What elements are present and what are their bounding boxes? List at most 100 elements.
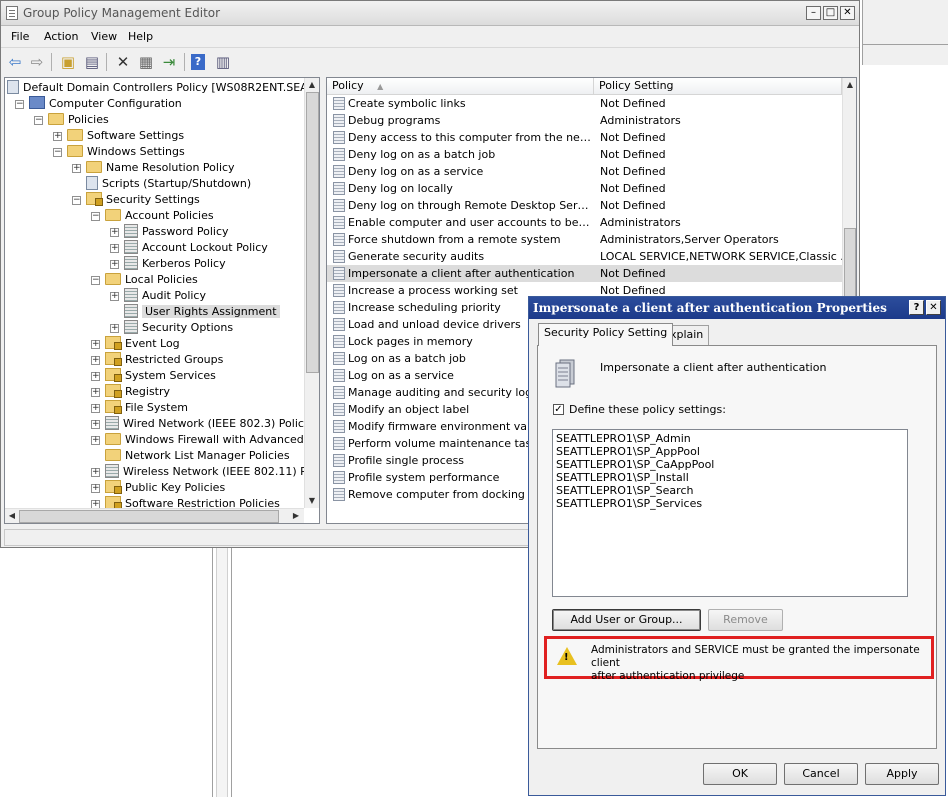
dialog-title-bar: Impersonate a client after authenticatio…: [529, 297, 945, 319]
lock-folder-icon: [105, 400, 122, 414]
policy-setting-cell: Not Defined: [600, 199, 666, 212]
expand-icon[interactable]: +: [91, 372, 100, 381]
minimize-button[interactable]: –: [806, 6, 821, 20]
policy-row[interactable]: Generate security audits LOCAL SERVICE,NE…: [327, 248, 842, 265]
ok-button[interactable]: OK: [703, 763, 777, 785]
policy-icon: [333, 114, 345, 127]
define-settings-checkbox[interactable]: ✓: [553, 404, 564, 415]
scroll-thumb[interactable]: [306, 92, 319, 373]
server-icon: [552, 358, 580, 388]
tree-item-label: Security Options: [142, 321, 234, 334]
tree-item-label: Default Domain Controllers Policy [WS08R…: [23, 81, 319, 94]
close-button[interactable]: ✕: [840, 6, 855, 20]
title-bar: Group Policy Management Editor – □ ✕: [1, 1, 859, 26]
user-entry[interactable]: SEATTLEPRO1\SP_Services: [556, 497, 904, 510]
expand-icon[interactable]: +: [91, 356, 100, 365]
policy-row[interactable]: Impersonate a client after authenticatio…: [327, 265, 842, 282]
tree-horizontal-scrollbar[interactable]: ◀ ▶: [5, 508, 304, 523]
policy-icon: [333, 131, 345, 144]
menu-action[interactable]: Action: [44, 30, 78, 43]
add-user-or-group-button[interactable]: Add User or Group...: [552, 609, 701, 631]
expand-icon[interactable]: +: [110, 260, 119, 269]
policy-icon: [333, 318, 345, 331]
scroll-right-icon[interactable]: ▶: [289, 509, 303, 523]
expand-icon[interactable]: +: [91, 388, 100, 397]
policy-row[interactable]: Deny log on as a batch job Not Defined: [327, 146, 842, 163]
show-action-pane-icon[interactable]: ▥: [213, 52, 233, 72]
user-entry[interactable]: SEATTLEPRO1\SP_Admin: [556, 432, 904, 445]
expand-icon[interactable]: +: [110, 228, 119, 237]
policy-row[interactable]: Create symbolic links Not Defined: [327, 95, 842, 112]
network-icon: [105, 416, 119, 430]
policy-name-cell: Generate security audits: [348, 250, 485, 263]
window-title: Group Policy Management Editor: [23, 6, 221, 20]
expand-icon[interactable]: +: [91, 468, 100, 477]
folder-icon: [105, 209, 121, 221]
expand-icon[interactable]: +: [110, 244, 119, 253]
define-settings-label[interactable]: Define these policy settings:: [569, 403, 726, 416]
expand-icon[interactable]: +: [91, 340, 100, 349]
user-entry[interactable]: SEATTLEPRO1\SP_AppPool: [556, 445, 904, 458]
expand-icon[interactable]: +: [110, 292, 119, 301]
menu-view[interactable]: View: [91, 30, 117, 43]
policy-row[interactable]: Enable computer and user accounts to be …: [327, 214, 842, 231]
column-header-policy[interactable]: Policy ▲: [327, 78, 594, 95]
user-entry[interactable]: SEATTLEPRO1\SP_CaAppPool: [556, 458, 904, 471]
user-entry[interactable]: SEATTLEPRO1\SP_Install: [556, 471, 904, 484]
scroll-down-icon[interactable]: ▼: [305, 494, 319, 508]
properties-icon[interactable]: ▦: [136, 52, 156, 72]
maximize-button[interactable]: □: [823, 6, 838, 20]
menu-help[interactable]: Help: [128, 30, 153, 43]
column-header-setting[interactable]: Policy Setting: [594, 78, 842, 95]
user-entry[interactable]: SEATTLEPRO1\SP_Search: [556, 484, 904, 497]
policy-name-cell: Enable computer and user accounts to be …: [348, 216, 592, 229]
expand-icon[interactable]: +: [91, 484, 100, 493]
export-list-icon[interactable]: ⇥: [159, 52, 179, 72]
help-icon[interactable]: ?: [191, 54, 205, 70]
show-hide-tree-icon[interactable]: ▤: [82, 52, 102, 72]
collapse-icon[interactable]: −: [34, 116, 43, 125]
scroll-left-icon[interactable]: ◀: [5, 509, 19, 523]
policy-setting-cell: LOCAL SERVICE,NETWORK SERVICE,Classic .N…: [600, 250, 842, 263]
remove-button[interactable]: Remove: [708, 609, 783, 631]
expand-icon[interactable]: +: [91, 420, 100, 429]
policy-icon: [333, 284, 345, 297]
apply-button[interactable]: Apply: [865, 763, 939, 785]
policy-row[interactable]: Debug programs Administrators: [327, 112, 842, 129]
expand-icon[interactable]: +: [53, 132, 62, 141]
folder-icon: [105, 433, 121, 445]
menu-file[interactable]: File: [11, 30, 29, 43]
expand-icon[interactable]: +: [110, 324, 119, 333]
expand-icon[interactable]: +: [91, 404, 100, 413]
dialog-help-button[interactable]: ?: [909, 300, 924, 315]
scroll-thumb-horizontal[interactable]: [19, 510, 279, 523]
policy-icon: [333, 335, 345, 348]
scroll-up-icon[interactable]: ▲: [843, 78, 856, 92]
tree-item-label: Audit Policy: [142, 289, 206, 302]
scroll-up-icon[interactable]: ▲: [305, 78, 319, 92]
policy-row[interactable]: Deny log on through Remote Desktop Servi…: [327, 197, 842, 214]
toolbar-separator: [106, 53, 107, 71]
collapse-icon[interactable]: −: [15, 100, 24, 109]
delete-icon[interactable]: ✕: [113, 52, 133, 72]
user-entries: SEATTLEPRO1\SP_Admin SEATTLEPRO1\SP_AppPo…: [556, 432, 904, 510]
user-group-list[interactable]: SEATTLEPRO1\SP_Admin SEATTLEPRO1\SP_AppPo…: [552, 429, 908, 597]
tab-security-policy-setting[interactable]: Security Policy Setting: [538, 323, 674, 346]
policy-row[interactable]: Deny access to this computer from the ne…: [327, 129, 842, 146]
expand-icon[interactable]: +: [91, 436, 100, 445]
policy-row[interactable]: Deny log on locally Not Defined: [327, 180, 842, 197]
tree-vertical-scrollbar[interactable]: ▲ ▼: [304, 78, 319, 508]
policy-row[interactable]: Force shutdown from a remote system Admin…: [327, 231, 842, 248]
back-icon[interactable]: ⇦: [5, 52, 25, 72]
collapse-icon[interactable]: −: [91, 212, 100, 221]
tree-item-label: Windows Settings: [87, 145, 185, 158]
up-folder-icon[interactable]: ▣: [58, 52, 78, 72]
collapse-icon[interactable]: −: [91, 276, 100, 285]
expand-icon[interactable]: +: [72, 164, 81, 173]
collapse-icon[interactable]: −: [72, 196, 81, 205]
policy-row[interactable]: Deny log on as a service Not Defined: [327, 163, 842, 180]
cancel-button[interactable]: Cancel: [784, 763, 858, 785]
forward-icon[interactable]: ⇨: [27, 52, 47, 72]
collapse-icon[interactable]: −: [53, 148, 62, 157]
dialog-close-button[interactable]: ✕: [926, 300, 941, 315]
